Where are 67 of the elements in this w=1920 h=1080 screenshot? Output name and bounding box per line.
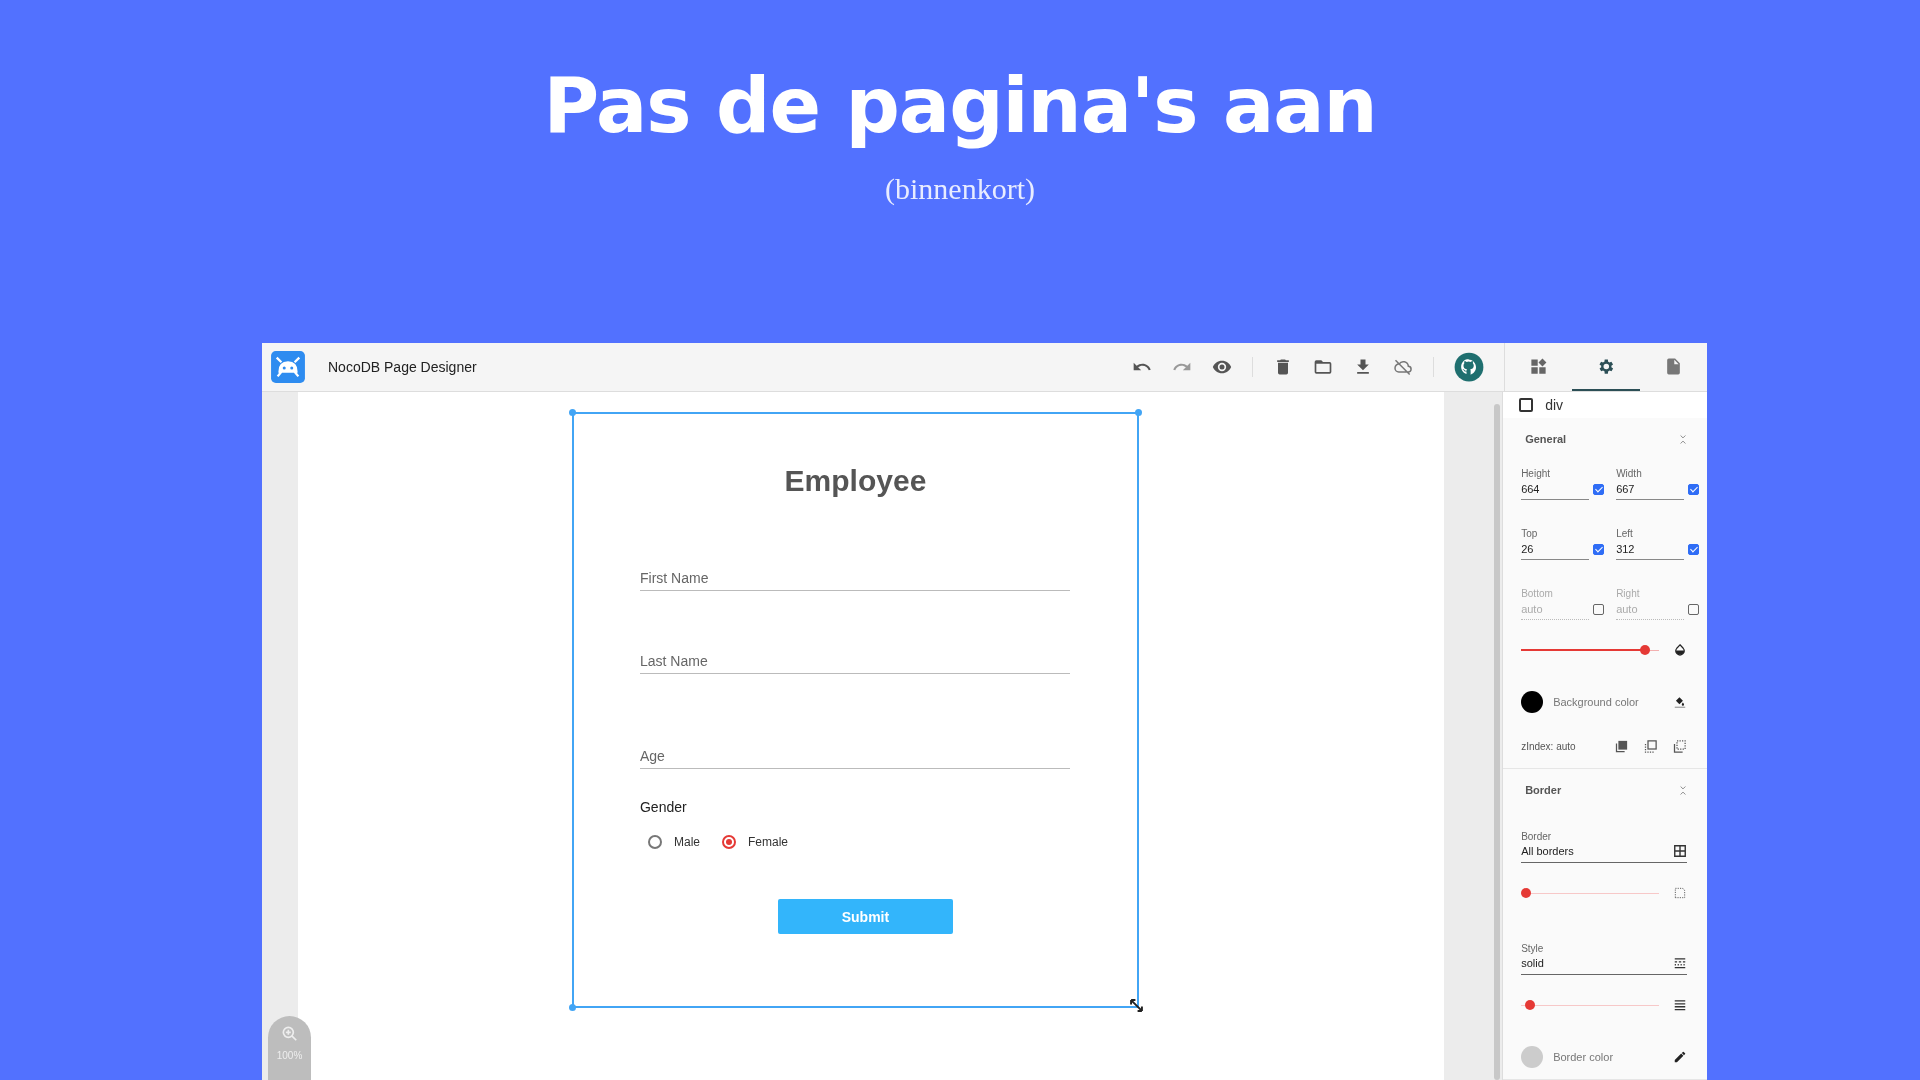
field-label: Width: [1616, 468, 1643, 479]
cloud-off-icon[interactable]: [1393, 357, 1413, 377]
field-label: Left: [1616, 528, 1634, 539]
checkbox[interactable]: [1593, 484, 1605, 495]
field-label: Border: [1521, 831, 1553, 842]
app-title: NocoDB Page Designer: [328, 359, 477, 375]
element-tag: div: [1545, 397, 1564, 413]
section-title: Border: [1525, 784, 1562, 796]
selection-handle[interactable]: [1134, 409, 1142, 416]
field-label: Style: [1521, 943, 1545, 954]
layer-icon[interactable]: [1643, 738, 1658, 754]
number-field[interactable]: 26: [1521, 539, 1590, 560]
corner-radius-icon: [1673, 886, 1687, 900]
radio-button[interactable]: [722, 835, 736, 849]
field-label: Right: [1616, 588, 1641, 599]
text-field[interactable]: First Name: [639, 566, 1070, 591]
zindex-label: zIndex: auto: [1521, 740, 1577, 752]
checkbox[interactable]: [1688, 544, 1700, 555]
hero-title: Pas de pagina's aan: [543, 60, 1377, 152]
resize-handle-icon[interactable]: [1129, 999, 1143, 1012]
section-title: General: [1525, 433, 1567, 445]
hero-subtitle: (binnenkort): [885, 172, 1035, 206]
form-title: Employee: [783, 464, 928, 498]
radio-option[interactable]: Female: [722, 835, 788, 849]
number-field[interactable]: 312: [1616, 539, 1685, 560]
color-label: Background color: [1553, 696, 1640, 708]
color-label: Border color: [1553, 1051, 1615, 1063]
collapse-icon[interactable]: [1679, 784, 1687, 796]
folder-icon[interactable]: [1313, 357, 1333, 377]
github-icon[interactable]: [1454, 352, 1484, 382]
checkbox[interactable]: [1593, 604, 1605, 615]
text-field[interactable]: Last Name: [639, 649, 1070, 674]
app-logo-icon: [271, 351, 305, 383]
checkbox[interactable]: [1688, 484, 1700, 495]
slider-thumb[interactable]: [1521, 888, 1532, 898]
line-weight-icon: [1673, 998, 1687, 1012]
slider-thumb[interactable]: [1524, 1000, 1535, 1010]
paint-bucket-icon[interactable]: [1673, 695, 1687, 709]
radio-button[interactable]: [647, 835, 662, 849]
number-field[interactable]: auto: [1521, 599, 1590, 620]
selection-handle[interactable]: [568, 409, 576, 416]
selection-handle[interactable]: [568, 1004, 576, 1011]
style-select[interactable]: solid: [1521, 954, 1687, 975]
grid-icon: [1673, 844, 1687, 858]
blocks-icon: [1529, 356, 1549, 376]
color-swatch[interactable]: [1521, 1046, 1544, 1068]
slider-thumb[interactable]: [1640, 645, 1651, 655]
number-field[interactable]: auto: [1616, 599, 1685, 620]
gender-label: Gender: [639, 799, 688, 815]
opacity-icon: [1673, 643, 1687, 657]
text-field[interactable]: Age: [639, 744, 1070, 769]
pencil-icon[interactable]: [1673, 1050, 1687, 1064]
bring-front-icon[interactable]: [1614, 738, 1629, 754]
send-back-icon[interactable]: [1672, 738, 1687, 754]
color-swatch[interactable]: [1521, 691, 1544, 713]
field-label: Height: [1521, 468, 1552, 479]
border-select[interactable]: All borders: [1521, 842, 1687, 863]
element-checkbox[interactable]: [1519, 398, 1534, 412]
line-style-icon: [1673, 956, 1687, 970]
field-label: Top: [1521, 528, 1539, 539]
checkbox[interactable]: [1593, 544, 1605, 555]
radio-option[interactable]: Male: [647, 835, 700, 849]
number-field[interactable]: 667: [1616, 479, 1685, 500]
collapse-icon[interactable]: [1679, 433, 1687, 445]
checkbox[interactable]: [1688, 604, 1700, 615]
number-field[interactable]: 664: [1521, 479, 1590, 500]
field-label: Bottom: [1521, 588, 1554, 599]
